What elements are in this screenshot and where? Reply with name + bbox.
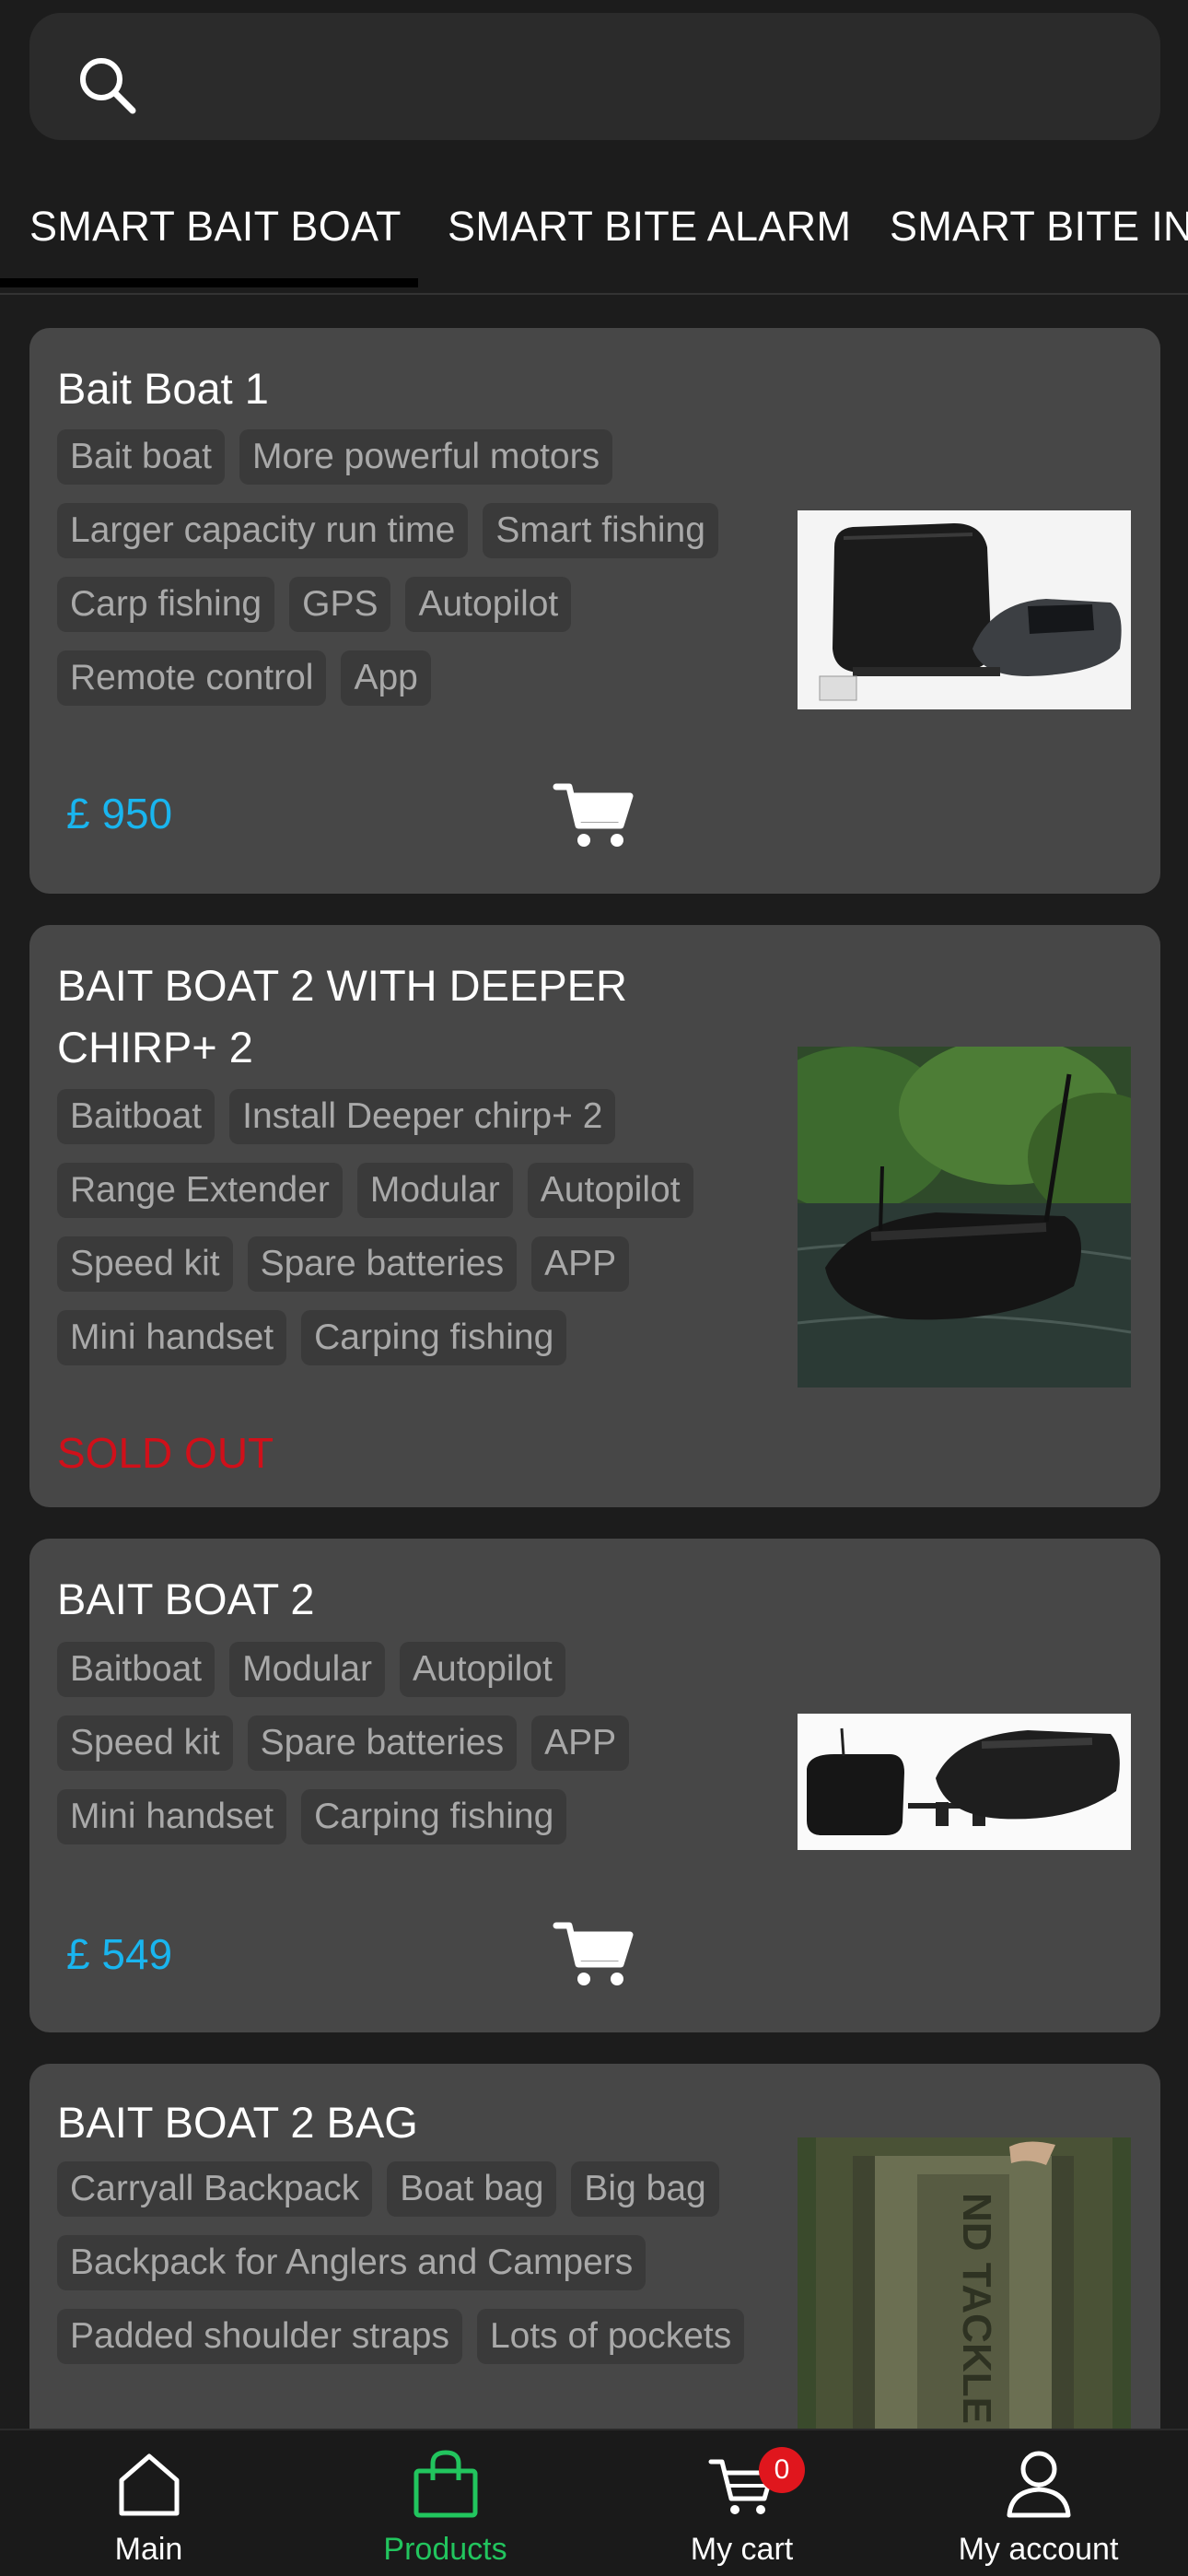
- bait-boat-kit-photo: [798, 1714, 1131, 1850]
- product-title: BAIT BOAT 2 WITH DEEPER CHIRP+ 2: [57, 961, 627, 1071]
- product-title: Bait Boat 1: [57, 364, 269, 413]
- tag: Mini handset: [57, 1310, 287, 1365]
- nav-label: My cart: [690, 2532, 794, 2567]
- product-title: BAIT BOAT 2: [57, 1575, 315, 1623]
- tag: Big bag: [571, 2161, 719, 2217]
- tag: Carping fishing: [301, 1310, 567, 1365]
- tag: Speed kit: [57, 1715, 233, 1771]
- nav-my-cart[interactable]: 0 My cart: [593, 2430, 891, 2576]
- product-price: £ 950: [66, 790, 173, 837]
- product-image[interactable]: ND TACKLE: [798, 2137, 1131, 2451]
- tag: Spare batteries: [247, 1236, 518, 1292]
- tag: Carryall Backpack: [57, 2161, 373, 2217]
- bottom-navigation: Main Products 0 My cart My account: [0, 2429, 1188, 2576]
- tag: Padded shoulder straps: [57, 2309, 462, 2364]
- svg-text:ND TACKLE: ND TACKLE: [954, 2193, 999, 2424]
- tag: More powerful motors: [239, 429, 613, 485]
- category-tabs: SMART BAIT BOAT SMART BITE ALARM SMART B…: [0, 184, 1188, 295]
- search-icon: [80, 58, 136, 114]
- tag: Remote control: [57, 650, 327, 706]
- shopping-bag-icon: [413, 2450, 477, 2518]
- product-image[interactable]: [798, 1047, 1131, 1388]
- tag: Larger capacity run time: [57, 503, 469, 558]
- tag: Baitboat: [57, 1089, 215, 1144]
- nav-label: Products: [383, 2532, 507, 2567]
- tag: Backpack for Anglers and Campers: [57, 2235, 646, 2290]
- active-tab-indicator: [0, 278, 418, 287]
- nav-my-account[interactable]: My account: [890, 2430, 1187, 2576]
- product-card[interactable]: Bait Boat 1 Bait boat More powerful moto…: [29, 328, 1160, 894]
- tag: Carping fishing: [301, 1789, 567, 1844]
- tag: Autopilot: [405, 577, 572, 632]
- product-tags: Bait boat More powerful motors Larger ca…: [57, 429, 794, 724]
- tag: Speed kit: [57, 1236, 233, 1292]
- tag: APP: [531, 1236, 630, 1292]
- tag: Spare batteries: [247, 1715, 518, 1771]
- add-to-cart-icon[interactable]: [553, 1918, 635, 1992]
- nav-main[interactable]: Main: [0, 2430, 297, 2576]
- product-card[interactable]: BAIT BOAT 2 Baitboat Modular Autopilot S…: [29, 1539, 1160, 2032]
- product-image[interactable]: [798, 510, 1131, 709]
- product-price: £ 549: [66, 1930, 173, 1978]
- tab-smart-bait-boat[interactable]: SMART BAIT BOAT: [29, 203, 402, 251]
- tag: Install Deeper chirp+ 2: [229, 1089, 616, 1144]
- tag: App: [341, 650, 431, 706]
- tag: APP: [531, 1715, 630, 1771]
- nav-products[interactable]: Products: [297, 2430, 594, 2576]
- tag: Boat bag: [387, 2161, 557, 2217]
- tag: Mini handset: [57, 1789, 287, 1844]
- tag: Modular: [356, 1163, 513, 1218]
- product-tags: Baitboat Install Deeper chirp+ 2 Range E…: [57, 1089, 794, 1384]
- tag: Bait boat: [57, 429, 225, 485]
- nav-label: My account: [958, 2532, 1119, 2567]
- tag: Autopilot: [527, 1163, 693, 1218]
- tag: Autopilot: [400, 1642, 565, 1697]
- tag: Range Extender: [57, 1163, 343, 1218]
- product-tags: Carryall Backpack Boat bag Big bag Backp…: [57, 2161, 794, 2383]
- sold-out-label: SOLD OUT: [57, 1429, 274, 1477]
- tag: Baitboat: [57, 1642, 215, 1697]
- product-image[interactable]: [798, 1714, 1131, 1850]
- tag: Smart fishing: [483, 503, 718, 558]
- tag: Modular: [229, 1642, 386, 1697]
- cart-count-badge: 0: [759, 2447, 805, 2493]
- bait-boat-with-case-photo: [798, 510, 1131, 709]
- add-to-cart-icon[interactable]: [553, 779, 635, 853]
- tag: Lots of pockets: [476, 2309, 745, 2364]
- product-tags: Baitboat Modular Autopilot Speed kit Spa…: [57, 1642, 794, 1863]
- product-card[interactable]: BAIT BOAT 2 BAG Carryall Backpack Boat b…: [29, 2064, 1160, 2451]
- tag: GPS: [289, 577, 391, 632]
- nav-label: Main: [114, 2532, 183, 2567]
- search-bar[interactable]: [29, 13, 1160, 140]
- backpack-photo: ND TACKLE: [798, 2137, 1131, 2451]
- tab-smart-bite-alarm[interactable]: SMART BITE ALARM: [448, 203, 851, 251]
- user-icon: [1007, 2451, 1070, 2518]
- product-title: BAIT BOAT 2 BAG: [57, 2098, 418, 2147]
- home-icon: [119, 2453, 179, 2516]
- product-card[interactable]: BAIT BOAT 2 WITH DEEPER CHIRP+ 2 Baitboa…: [29, 925, 1160, 1507]
- tab-smart-bite-indicator[interactable]: SMART BITE IND: [890, 203, 1188, 251]
- tag: Carp fishing: [57, 577, 275, 632]
- tabs-divider: [0, 293, 1188, 295]
- bait-boat-on-lake-photo: [798, 1047, 1131, 1388]
